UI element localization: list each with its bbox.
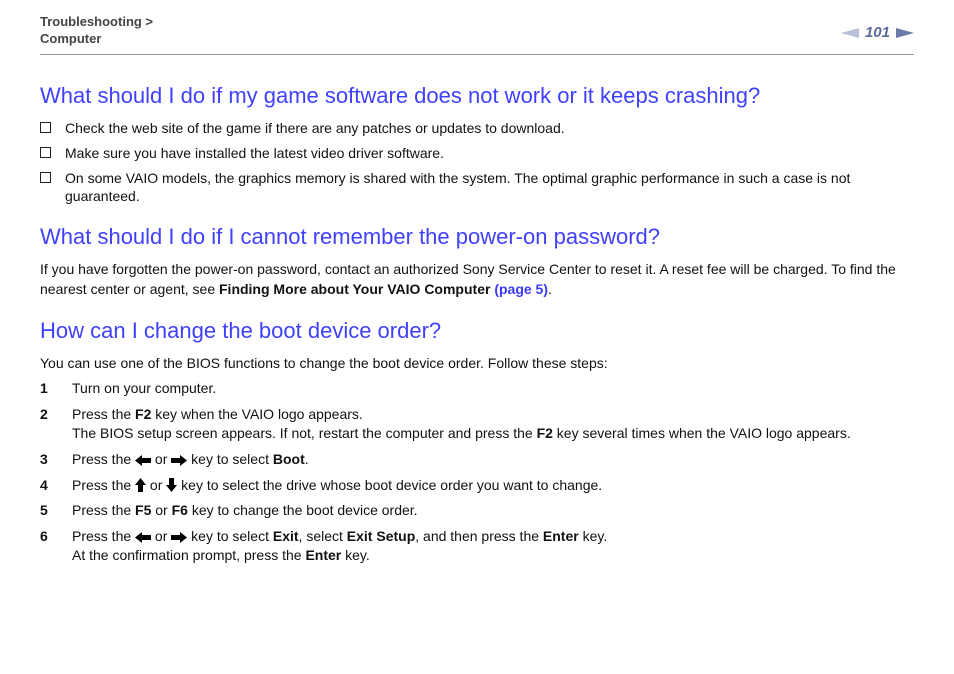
numbered-steps: 1 Turn on your computer. 2 Press the F2 …: [40, 379, 914, 566]
text: Press the: [72, 502, 135, 518]
breadcrumb: Troubleshooting > Computer: [40, 14, 153, 48]
key-label: F2: [135, 406, 151, 422]
text: or: [151, 502, 171, 518]
text: key when the VAIO logo appears.: [151, 406, 362, 422]
list-item-text: Make sure you have installed the latest …: [65, 144, 444, 163]
key-label: F2: [537, 425, 553, 441]
step-number: 3: [40, 450, 54, 470]
body-paragraph: You can use one of the BIOS functions to…: [40, 354, 914, 374]
text: key to select: [187, 451, 273, 467]
text: key to select the drive whose boot devic…: [177, 477, 602, 493]
step-item: 6 Press the or key to select Exit, selec…: [40, 527, 914, 566]
list-item: Check the web site of the game if there …: [40, 119, 914, 138]
text: key.: [341, 547, 370, 563]
arrow-left-icon: [135, 455, 151, 466]
text: or: [151, 451, 171, 467]
page-number: 101: [865, 24, 890, 41]
step-item: 3 Press the or key to select Boot.: [40, 450, 914, 470]
arrow-down-icon: [166, 478, 177, 492]
text: , and then press the: [415, 528, 543, 544]
step-number: 5: [40, 501, 54, 521]
text: key to change the boot device order.: [188, 502, 418, 518]
bullet-list: Check the web site of the game if there …: [40, 119, 914, 207]
arrow-right-icon: [171, 455, 187, 466]
box-bullet-icon: [40, 147, 51, 158]
prev-page-icon[interactable]: [841, 27, 859, 39]
text: .: [548, 281, 552, 297]
text: At the confirmation prompt, press the: [72, 547, 305, 563]
text: or: [146, 477, 166, 493]
step-item: 5 Press the F5 or F6 key to change the b…: [40, 501, 914, 521]
page-ref-link[interactable]: (page 5): [494, 281, 548, 297]
key-label: Enter: [543, 528, 579, 544]
section-heading-boot-order: How can I change the boot device order?: [40, 318, 914, 344]
step-number: 6: [40, 527, 54, 566]
menu-label: Boot: [273, 451, 305, 467]
breadcrumb-page: Computer: [40, 31, 101, 46]
section-heading-password: What should I do if I cannot remember th…: [40, 224, 914, 250]
list-item: On some VAIO models, the graphics memory…: [40, 169, 914, 207]
text: Press the: [72, 528, 135, 544]
bold-text: Finding More about Your VAIO Computer: [219, 281, 494, 297]
arrow-right-icon: [171, 532, 187, 543]
menu-label: Exit Setup: [347, 528, 415, 544]
body-paragraph: If you have forgotten the power-on passw…: [40, 260, 914, 299]
text: Press the: [72, 477, 135, 493]
document-page: Troubleshooting > Computer 101 What shou…: [0, 0, 954, 592]
page-header: Troubleshooting > Computer 101: [40, 14, 914, 55]
step-text: Press the or key to select Boot.: [72, 450, 309, 470]
step-item: 1 Turn on your computer.: [40, 379, 914, 399]
page-nav: 101: [841, 24, 914, 41]
text: Press the: [72, 406, 135, 422]
step-item: 4 Press the or key to select the drive w…: [40, 476, 914, 496]
text: The BIOS setup screen appears. If not, r…: [72, 425, 537, 441]
arrow-left-icon: [135, 532, 151, 543]
text: Press the: [72, 451, 135, 467]
text: key to select: [187, 528, 273, 544]
breadcrumb-section: Troubleshooting >: [40, 14, 153, 29]
step-text: Press the F2 key when the VAIO logo appe…: [72, 405, 851, 444]
next-page-icon[interactable]: [896, 27, 914, 39]
step-text: Press the or key to select the drive who…: [72, 476, 602, 496]
step-text: Turn on your computer.: [72, 379, 216, 399]
text: key several times when the VAIO logo app…: [553, 425, 851, 441]
step-number: 1: [40, 379, 54, 399]
text: , select: [299, 528, 347, 544]
key-label: F5: [135, 502, 151, 518]
text: or: [151, 528, 171, 544]
list-item-text: On some VAIO models, the graphics memory…: [65, 169, 914, 207]
key-label: Enter: [305, 547, 341, 563]
text: .: [305, 451, 309, 467]
box-bullet-icon: [40, 172, 51, 183]
step-item: 2 Press the F2 key when the VAIO logo ap…: [40, 405, 914, 444]
key-label: F6: [172, 502, 188, 518]
step-text: Press the F5 or F6 key to change the boo…: [72, 501, 418, 521]
menu-label: Exit: [273, 528, 299, 544]
section-heading-game-crash: What should I do if my game software doe…: [40, 83, 914, 109]
list-item-text: Check the web site of the game if there …: [65, 119, 565, 138]
step-number: 4: [40, 476, 54, 496]
arrow-up-icon: [135, 478, 146, 492]
text: key.: [579, 528, 608, 544]
box-bullet-icon: [40, 122, 51, 133]
step-text: Press the or key to select Exit, select …: [72, 527, 607, 566]
list-item: Make sure you have installed the latest …: [40, 144, 914, 163]
step-number: 2: [40, 405, 54, 444]
